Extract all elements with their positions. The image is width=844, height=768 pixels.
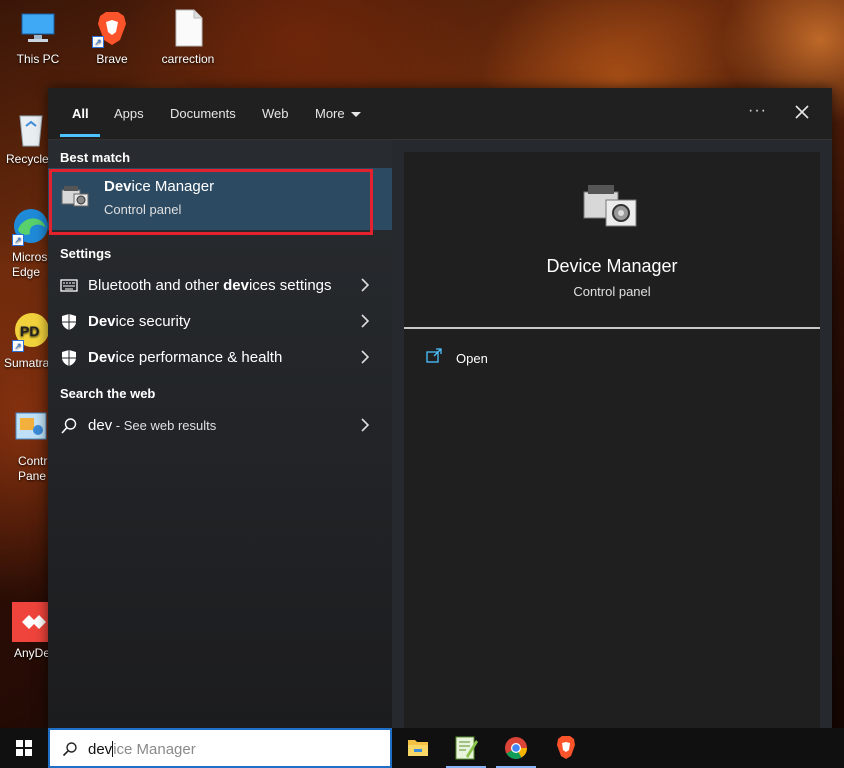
desktop-icon-label: Recycle [6,152,49,166]
result-device-performance-health[interactable]: Device performance & health [48,340,392,376]
tab-documents[interactable]: Documents [170,106,236,140]
detail-title: Device Manager [546,256,678,276]
options-button[interactable]: ··· [748,102,767,120]
edge-icon: ↗ [12,206,52,246]
notepad-plus-icon [455,736,478,760]
desktop-icon-brave[interactable]: ↗ Brave [80,8,144,66]
taskbar-notepad-plus[interactable] [442,728,490,768]
search-icon [62,742,77,757]
anydesk-icon [12,602,52,642]
search-panel: All Apps Documents Web More ··· Best mat… [48,88,832,728]
taskbar-brave[interactable] [542,728,590,768]
search-tabs-bar: All Apps Documents Web More ··· [48,88,832,140]
desktop-icon-control-panel[interactable]: Contr Pane [0,410,50,484]
best-match-title: Device Manager [104,178,215,195]
desktop-icon-label: Brave [96,52,128,66]
best-match-subtitle: Control panel [104,202,182,217]
result-label: Device performance & health [88,349,283,366]
detail-divider [404,327,820,329]
shield-icon [60,313,78,331]
chrome-icon [505,737,527,759]
desktop-icon-sumatra[interactable]: PD ↗ Sumatra [0,312,50,370]
taskbar-file-explorer[interactable] [394,728,442,768]
chevron-right-icon [361,314,370,328]
tab-web[interactable]: Web [262,106,289,140]
desktop-icon-carrection[interactable]: carrection [156,8,220,66]
open-action-label: Open [456,351,488,366]
taskbar: device Manager [0,728,844,768]
start-button[interactable] [0,728,48,768]
bluetooth-devices-icon [60,277,78,295]
result-bluetooth-devices-settings[interactable]: Bluetooth and other devices settings [48,268,392,304]
results-list: Best match Device Manager Control panel … [48,140,392,728]
desktop-icon-label: This PC [16,52,60,66]
tab-more-label: More [315,106,345,121]
brave-icon: ↗ [92,8,132,48]
brave-icon [557,736,575,759]
desktop-icon-label: Micros Edge [12,250,48,279]
shield-icon [60,349,78,367]
computer-icon [18,8,58,48]
chevron-right-icon [361,278,370,292]
search-icon [60,417,78,435]
detail-subtitle: Control panel [573,284,651,299]
windows-logo-icon [16,740,32,756]
desktop-icon-this-pc[interactable]: This PC [6,8,70,66]
shortcut-arrow-icon: ↗ [12,340,24,352]
result-device-security[interactable]: Device security [48,304,392,340]
desktop-icon-label: Sumatra [4,356,50,370]
taskbar-chrome[interactable] [492,728,540,768]
desktop-icon-label: carrection [161,52,215,66]
desktop-icon-recycle[interactable]: Recycle [0,108,50,166]
open-window-icon [426,348,442,363]
active-tab-indicator [60,134,100,137]
document-icon [168,8,208,48]
desktop-icon-label: AnyDe [14,646,51,660]
desktop-icon-anydesk[interactable]: AnyDe [0,602,50,660]
detail-pane: Device Manager Control panel Open [404,152,820,728]
settings-heading: Settings [60,246,112,261]
best-match-heading: Best match [60,150,131,165]
shortcut-arrow-icon: ↗ [92,36,104,48]
device-manager-icon [580,182,640,232]
tab-apps[interactable]: Apps [114,106,144,140]
desktop-icon-label: Contr Pane [18,454,48,483]
desktop-icon-edge[interactable]: ↗ Micros Edge [0,206,50,280]
result-web-search[interactable]: dev - See web results [48,408,392,444]
close-icon [795,105,809,119]
tab-more[interactable]: More [315,106,361,140]
result-label: Bluetooth and other devices settings [88,277,332,294]
search-input[interactable]: device Manager [88,741,196,758]
shortcut-arrow-icon: ↗ [12,234,24,246]
chevron-right-icon [361,350,370,364]
result-label: dev - See web results [88,417,217,434]
close-button[interactable] [792,102,812,122]
chevron-right-icon [361,418,370,432]
device-manager-icon [60,184,90,210]
file-explorer-icon [408,740,428,756]
taskbar-search-box[interactable]: device Manager [48,728,392,768]
search-web-heading: Search the web [60,386,156,401]
result-label: Device security [88,313,191,330]
chevron-down-icon [350,112,361,118]
svg-text:PD: PD [20,323,39,339]
best-match-result[interactable]: Device Manager Control panel [48,168,392,230]
sumatra-pdf-icon: PD ↗ [12,312,52,352]
